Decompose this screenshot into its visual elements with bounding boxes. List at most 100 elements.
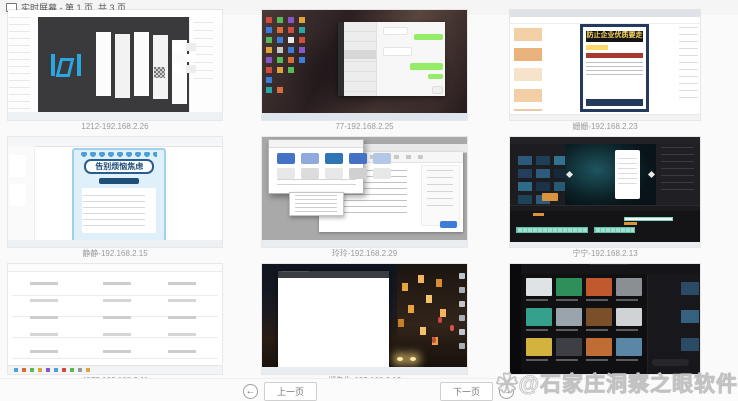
- poster-body-paper: [82, 188, 156, 233]
- detail-search-bar: [652, 359, 689, 366]
- design-cards: [173, 43, 183, 51]
- screen-thumbnail-8[interactable]: [262, 264, 467, 374]
- wechat-conversation-list: [344, 22, 376, 96]
- prev-group: ← 上一页: [243, 382, 317, 401]
- poster-banner: 防止企业优质要走: [586, 31, 642, 42]
- screen-thumbnail-7[interactable]: [8, 264, 222, 374]
- next-arrow-icon[interactable]: →: [499, 384, 514, 399]
- browser-tab-strip: [510, 10, 700, 17]
- screen-cell-6: 宁宁-192.168.2.13: [510, 137, 700, 260]
- screen-cell-2: 77-192.168.2.25: [262, 10, 467, 133]
- timeline: [510, 205, 700, 242]
- editor-topbar: [510, 137, 700, 144]
- blank-white-window: [278, 271, 389, 369]
- screen-thumbnail-4[interactable]: 告别烦恼焦虑: [8, 137, 222, 247]
- doc-toolbar: [8, 137, 222, 147]
- screen-thumbnail-2[interactable]: [262, 10, 467, 120]
- wechat-chat-area: [376, 22, 445, 96]
- car-headlights: [397, 357, 403, 361]
- screen-thumbnail-5[interactable]: [262, 137, 467, 247]
- document-right-panel: [421, 165, 460, 226]
- properties-panel: [656, 144, 700, 206]
- timeline-clip: [594, 227, 636, 233]
- send-button: [432, 86, 444, 94]
- screen-label-3: 姗姗-192.168.2.23: [510, 120, 700, 133]
- dialog-titlebar: [269, 140, 363, 147]
- screen-thumbnail-6[interactable]: [510, 137, 700, 247]
- design-tool-left-sidebar: [8, 17, 39, 113]
- screen-cell-5: 玲玲-192.168.2.29: [262, 137, 467, 260]
- blue-poster-card: 告别烦恼焦虑: [72, 148, 166, 242]
- orange-asset: [542, 193, 558, 201]
- building-silhouette: [397, 264, 467, 374]
- screen-thumbnail-1[interactable]: [8, 10, 222, 120]
- dropdown-list: [289, 192, 344, 216]
- video-preview: [565, 144, 656, 206]
- screen-thumbnail-3[interactable]: 防止企业优质要走: [510, 10, 700, 120]
- wechat-window: [338, 22, 445, 96]
- sheet-text-cells: [30, 282, 58, 285]
- blue-logo-shape: [51, 54, 81, 76]
- right-toolbar: [679, 27, 698, 104]
- desktop-icons-grid: [266, 17, 272, 23]
- red-lanterns: [438, 317, 442, 323]
- timeline-text-bar: [624, 217, 673, 221]
- scallop-garland: [81, 152, 157, 157]
- screen-label-6: 宁宁-192.168.2.13: [510, 247, 700, 260]
- prev-arrow-icon[interactable]: ←: [243, 384, 258, 399]
- taskbar: [510, 242, 700, 248]
- sheet-toolbar: [8, 264, 222, 272]
- shape-dialog: [268, 139, 364, 194]
- poster-footer-strip: [586, 99, 642, 106]
- media-thumbnails: [518, 156, 532, 165]
- next-group: 下一页 →: [440, 382, 514, 401]
- shape-chips-blue: [277, 153, 295, 164]
- taskbar: [510, 114, 700, 121]
- screen-cell-7: 4077-192.168.2.11: [8, 264, 222, 387]
- taskbar: [8, 240, 222, 247]
- screen-cell-8: 郑先生-192.168.2.19: [262, 264, 467, 387]
- taskbar: [262, 367, 467, 374]
- media-bin: [510, 144, 565, 206]
- screen-cell-1: 1212-192.168.2.26: [8, 10, 222, 133]
- browser-toolbar: [510, 17, 700, 25]
- chat-bubble-left: [383, 47, 412, 56]
- taskbar: [262, 240, 467, 247]
- app-topbar: [521, 264, 700, 274]
- template-list: [514, 28, 543, 112]
- screen-thumbnail-9[interactable]: [510, 264, 700, 374]
- screen-label-4: 静静-192.168.2.15: [8, 247, 222, 260]
- taskbar: [8, 112, 222, 120]
- sheet-grid: [12, 275, 217, 361]
- poster-title-ribbon: 告别烦恼焦虑: [84, 159, 154, 174]
- yellow-strip: [586, 45, 607, 50]
- screen-cell-9: [510, 264, 700, 387]
- confirm-button: [440, 221, 457, 228]
- template-cards-grid: [526, 278, 552, 296]
- chat-bubble-green: [414, 34, 443, 40]
- qr-code-shape: [154, 67, 165, 78]
- poster-text-lines: [586, 62, 642, 78]
- browser-dark-bar: [278, 271, 389, 279]
- wechat-selected-row: [344, 50, 376, 59]
- poster-page: 防止企业优质要走: [580, 24, 648, 112]
- taskbar-icons: [14, 368, 18, 372]
- dialog-text-lines: [277, 179, 356, 189]
- app-sidebar: [510, 264, 521, 374]
- taskbar: [8, 365, 222, 374]
- timeline-ruler: [510, 206, 700, 210]
- lit-windows: [418, 275, 424, 283]
- screen-cell-4: 告别烦恼焦虑 静静-192.168.2.15: [8, 137, 222, 260]
- timeline-chip: [624, 222, 637, 225]
- screen-label-1: 1212-192.168.2.26: [8, 120, 222, 133]
- chat-bubble-green: [428, 74, 443, 79]
- red-strip: [586, 53, 642, 59]
- prev-page-button[interactable]: 上一页: [264, 382, 317, 401]
- template-captions: [526, 299, 548, 301]
- chat-bubble-left: [383, 27, 408, 35]
- timeline-chip: [533, 213, 544, 216]
- detail-panel: [647, 274, 700, 374]
- design-frames: [96, 32, 111, 96]
- poster-sub-ribbon: [99, 178, 139, 184]
- next-page-button[interactable]: 下一页: [440, 382, 493, 401]
